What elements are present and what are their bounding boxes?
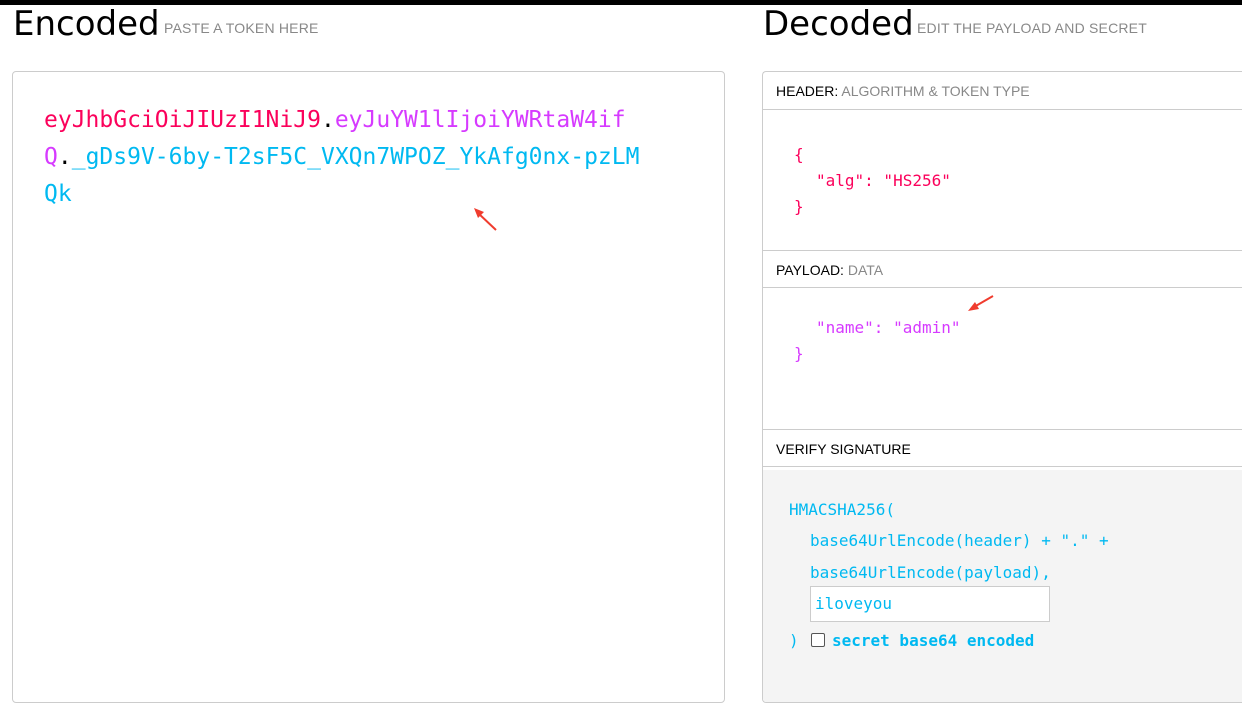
annotation-arrow-icon xyxy=(474,208,497,231)
payload-label: PAYLOAD: xyxy=(776,262,844,278)
header-section-title: HEADER: ALGORITHM & TOKEN TYPE xyxy=(763,72,1242,110)
verify-line-hmac: HMACSHA256( xyxy=(789,500,895,519)
payload-section-title: PAYLOAD: DATA xyxy=(763,250,1242,288)
verify-close-paren: ) xyxy=(789,631,799,650)
encoded-subtitle: PASTE A TOKEN HERE xyxy=(164,20,319,36)
base64-checkbox-label[interactable]: secret base64 encoded xyxy=(832,628,1034,654)
verify-section-title: VERIFY SIGNATURE xyxy=(763,429,1242,467)
header-close-brace: } xyxy=(794,197,804,216)
base64-checkbox[interactable] xyxy=(811,633,825,647)
header-alg-line: "alg": "HS256" xyxy=(816,171,951,190)
decoded-panel: HEADER: ALGORITHM & TOKEN TYPE { "alg": … xyxy=(762,71,1242,703)
verify-line-header: base64UrlEncode(header) + "." + xyxy=(810,531,1109,550)
payload-name-line: "name": "admin" xyxy=(816,318,961,337)
header-sublabel: ALGORITHM & TOKEN TYPE xyxy=(841,83,1030,99)
verify-line-payload: base64UrlEncode(payload), xyxy=(810,563,1051,582)
top-bar xyxy=(0,0,1242,5)
decoded-title: Decoded xyxy=(763,4,914,44)
payload-close-brace: } xyxy=(794,344,804,363)
payload-sublabel: DATA xyxy=(847,262,884,278)
token-dot: . xyxy=(320,107,335,133)
token-signature-part: _gDs9V-6by-T2sF5C_VXQn7WPOZ_YkAfg0nx-pzL… xyxy=(44,144,640,207)
token-header-part: eyJhbGciOiJIUzI1NiJ9 xyxy=(44,107,321,133)
secret-input[interactable]: iloveyou xyxy=(810,586,1050,622)
decoded-subtitle: EDIT THE PAYLOAD AND SECRET xyxy=(917,20,1147,36)
encoded-title: Encoded xyxy=(13,4,160,44)
encoded-token-editor[interactable]: eyJhbGciOiJIUzI1NiJ9.eyJuYW1lIjoiYWRtaW4… xyxy=(12,71,725,703)
verify-label: VERIFY SIGNATURE xyxy=(776,441,911,457)
verify-signature-area: HMACSHA256( base64UrlEncode(header) + ".… xyxy=(763,470,1242,702)
token-dot: . xyxy=(57,144,72,170)
token-text[interactable]: eyJhbGciOiJIUzI1NiJ9.eyJuYW1lIjoiYWRtaW4… xyxy=(44,102,644,213)
header-open-brace: { xyxy=(794,145,804,164)
annotation-arrow-icon xyxy=(968,295,994,311)
header-label: HEADER: xyxy=(776,83,839,99)
